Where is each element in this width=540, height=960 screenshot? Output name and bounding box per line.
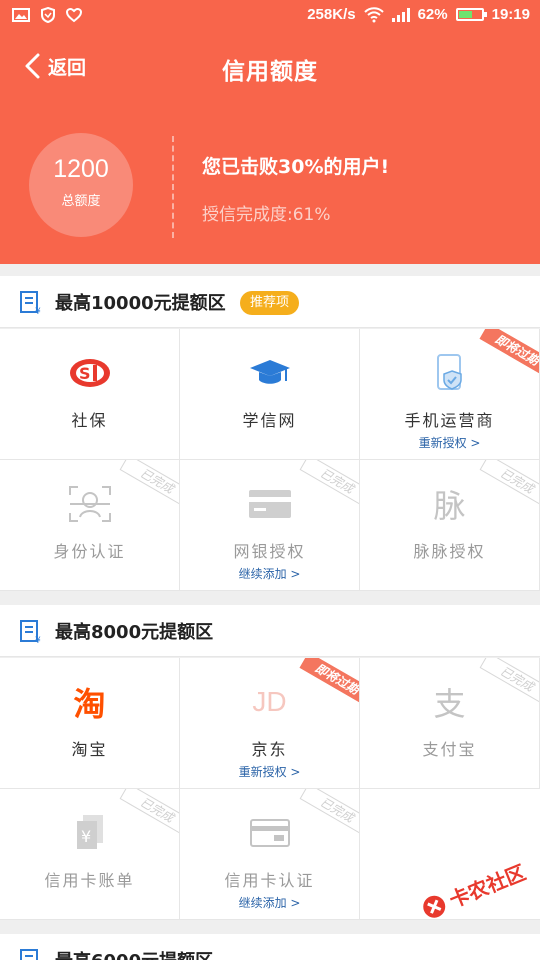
bank-card-icon — [248, 490, 291, 518]
item-online-banking[interactable]: 已完成 网银授权 继续添加 > — [180, 460, 360, 591]
item-label: 学信网 — [242, 411, 297, 430]
item-jd[interactable]: 即将过期 JD 京东 重新授权 > — [180, 658, 360, 789]
credit-bill-icon: ¥ — [76, 815, 103, 849]
item-label: 信用卡认证 — [224, 871, 315, 890]
battery-level — [458, 11, 473, 18]
social-security-icon: S — [69, 359, 110, 387]
document-yen-icon — [20, 949, 38, 960]
jd-icon: JD — [252, 686, 287, 717]
section-title: 最高8000元提额区 — [55, 622, 214, 643]
item-label: 京东 — [251, 740, 288, 759]
recommended-badge: 推荐项 — [240, 291, 300, 315]
heart-shield-icon — [66, 7, 82, 23]
section-10000-grid: S 社保 学信网 即将过期 手机运营商 重新授权 > 已完成 身份认证 已完成 … — [0, 329, 540, 591]
completion-text: 授信完成度:61% — [202, 205, 331, 225]
document-yen-icon: ¥ — [20, 291, 41, 315]
phone-shield-icon — [436, 354, 462, 390]
battery-percent: 62% — [417, 6, 448, 23]
item-label: 社保 — [71, 411, 108, 430]
section-title: 最高6000元提额区 — [55, 947, 213, 960]
document-yen-icon: ¥ — [20, 620, 41, 644]
item-label: 支付宝 — [422, 740, 477, 759]
item-alipay[interactable]: 已完成 支 支付宝 — [360, 658, 540, 789]
maimai-icon: 脉 — [433, 487, 466, 525]
item-label: 脉脉授权 — [413, 542, 486, 561]
add-more-link[interactable]: 继续添加 > — [180, 565, 359, 582]
signal-icon — [391, 7, 410, 22]
svg-text:¥: ¥ — [35, 636, 41, 644]
item-label: 淘宝 — [71, 740, 108, 759]
reauthorize-link[interactable]: 重新授权 > — [360, 434, 539, 451]
network-speed: 258K/s — [307, 6, 356, 23]
wifi-icon — [363, 6, 384, 22]
item-credit-bill[interactable]: 已完成 ¥ 信用卡账单 — [0, 789, 180, 920]
section-8000-header: ¥ 最高8000元提额区 — [0, 605, 540, 657]
item-label: 身份认证 — [53, 542, 126, 561]
section-title: 最高10000元提额区 — [55, 293, 226, 314]
face-scan-icon — [68, 486, 111, 522]
item-mobile-carrier[interactable]: 即将过期 手机运营商 重新授权 > — [360, 329, 540, 460]
gallery-icon — [12, 8, 30, 22]
battery-icon — [455, 8, 487, 21]
taobao-icon: 淘 — [73, 685, 106, 723]
status-bar: 258K/s 62% 19:19 — [0, 0, 540, 32]
section-6000-header: 最高6000元提额区 — [0, 934, 540, 960]
svg-text:¥: ¥ — [81, 827, 91, 846]
add-more-link[interactable]: 继续添加 > — [180, 894, 359, 911]
credit-card-icon — [249, 819, 290, 847]
beat-users-text: 您已击败30%的用户! — [202, 156, 390, 178]
clock: 19:19 — [491, 6, 530, 23]
shield-icon — [41, 7, 55, 23]
item-taobao[interactable]: 淘 淘宝 — [0, 658, 180, 789]
reauthorize-link[interactable]: 重新授权 > — [180, 763, 359, 780]
item-label: 信用卡账单 — [44, 871, 135, 890]
svg-text:¥: ¥ — [35, 307, 41, 315]
total-amount: 1200 — [53, 155, 109, 183]
graduation-cap-icon — [249, 360, 290, 384]
item-label: 手机运营商 — [404, 411, 495, 430]
svg-text:S: S — [79, 364, 91, 383]
item-label: 网银授权 — [233, 542, 306, 561]
item-identity[interactable]: 已完成 身份认证 — [0, 460, 180, 591]
section-10000-header: ¥ 最高10000元提额区 推荐项 — [0, 276, 540, 328]
credit-header: 返回 信用额度 1200 总额度 您已击败30%的用户! 授信完成度:61% — [0, 32, 540, 264]
item-social-security[interactable]: S 社保 — [0, 329, 180, 460]
item-maimai[interactable]: 已完成 脉 脉脉授权 — [360, 460, 540, 591]
item-chsi[interactable]: 学信网 — [180, 329, 360, 460]
total-amount-label: 总额度 — [61, 194, 101, 209]
item-credit-card-auth[interactable]: 已完成 信用卡认证 继续添加 > — [180, 789, 360, 920]
page-title: 信用额度 — [222, 59, 318, 85]
total-amount-circle: 1200 总额度 — [29, 133, 133, 237]
alipay-icon: 支 — [433, 685, 466, 723]
header-divider — [172, 136, 174, 238]
